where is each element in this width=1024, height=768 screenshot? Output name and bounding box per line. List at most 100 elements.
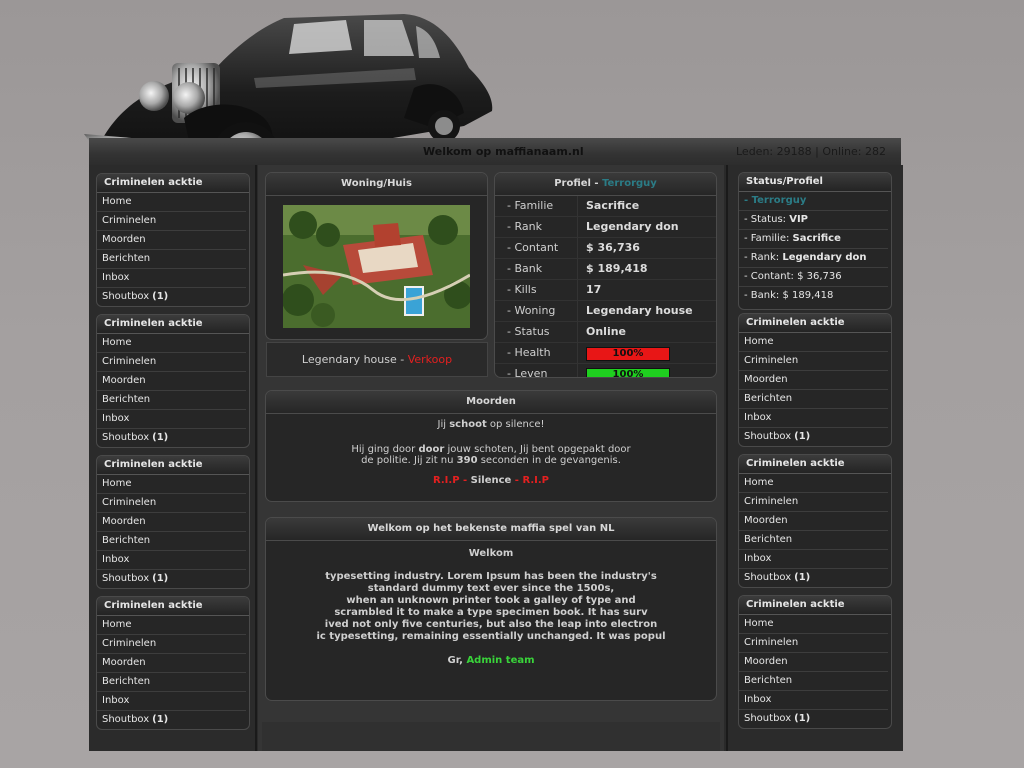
menu-item-inbox[interactable]: Inbox [97, 410, 246, 429]
menu-item-label: Criminelen [744, 496, 799, 507]
menu-item-criminelen[interactable]: Criminelen [739, 493, 888, 512]
menu-item-label: Home [102, 619, 132, 630]
menu-item-label: Moorden [102, 657, 146, 668]
menu-item-inbox[interactable]: Inbox [97, 551, 246, 570]
menu-item-inbox[interactable]: Inbox [97, 692, 246, 711]
profile-row: - Woning Legendary house [495, 301, 716, 322]
menu-item-criminelen[interactable]: Criminelen [739, 634, 888, 653]
menu-item-shoutbox[interactable]: Shoutbox (1) [97, 711, 246, 729]
profile-row-value: Legendary house [586, 304, 693, 317]
profile-title: Profiel - Terrorguy [495, 173, 716, 196]
house-name: Legendary house - [301, 353, 408, 366]
menu-item-berichten[interactable]: Berichten [739, 390, 888, 409]
menu-item-criminelen[interactable]: Criminelen [739, 352, 888, 371]
profile-row-value: 17 [586, 283, 602, 296]
profile-panel: Profiel - Terrorguy - Familie Sacrifice - … [494, 172, 717, 378]
moorden-panel: Moorden Jij schoot op silence! Hij ging … [265, 390, 717, 502]
menu-item-moorden[interactable]: Moorden [97, 654, 246, 673]
welcome-title: Welkom op het bekenste maffia spel van N… [266, 518, 716, 541]
menu-item-home[interactable]: Home [97, 616, 246, 635]
left-menu-title: Criminelen acktie [97, 315, 249, 334]
victim-name[interactable]: Silence [471, 475, 512, 486]
sell-link[interactable]: Verkoop [408, 353, 452, 366]
menu-item-moorden[interactable]: Moorden [739, 653, 888, 672]
menu-item-label: Home [102, 196, 132, 207]
menu-item-berichten[interactable]: Berichten [97, 532, 246, 551]
menu-item-berichten[interactable]: Berichten [739, 531, 888, 550]
profile-row-label: - Bank [495, 259, 578, 279]
menu-item-shoutbox[interactable]: Shoutbox (1) [739, 428, 888, 446]
moorden-title: Moorden [266, 391, 716, 414]
menu-item-label: Moorden [102, 516, 146, 527]
right-menu-box: Criminelen acktie Home Criminelen Moorden Be… [738, 454, 892, 588]
menu-item-label: Inbox [744, 694, 772, 705]
profile-username-link[interactable]: Terrorguy [602, 178, 657, 189]
leven-bar: 100% [586, 368, 670, 377]
left-menu-box: Criminelen acktie Home Criminelen Moorden Be… [96, 596, 250, 730]
right-menu-box: Criminelen acktie Home Criminelen Moorden Be… [738, 595, 892, 729]
menu-item-label: Home [102, 337, 132, 348]
menu-item-moorden[interactable]: Moorden [97, 231, 246, 250]
profile-row: - Bank $ 189,418 [495, 259, 716, 280]
menu-item-criminelen[interactable]: Criminelen [97, 212, 246, 231]
menu-item-berichten[interactable]: Berichten [739, 672, 888, 691]
left-menu-box: Criminelen acktie Home Criminelen Moorden Be… [96, 173, 250, 307]
menu-item-criminelen[interactable]: Criminelen [97, 635, 246, 654]
menu-item-shoutbox[interactable]: Shoutbox (1) [97, 288, 246, 306]
welcome-text-line: ived not only five centuries, but also t… [324, 619, 658, 630]
profile-row-label: - Contant [495, 238, 578, 258]
menu-item-criminelen[interactable]: Criminelen [97, 353, 246, 372]
menu-item-moorden[interactable]: Moorden [97, 513, 246, 532]
menu-item-home[interactable]: Home [739, 615, 888, 634]
menu-item-label: Inbox [102, 695, 130, 706]
welcome-panel: Welkom op het bekenste maffia spel van N… [265, 517, 717, 701]
menu-item-berichten[interactable]: Berichten [97, 250, 246, 269]
welcome-signature-line: Gr, Admin team [447, 655, 535, 666]
moorden-line-1: Jij schoot op silence! [437, 419, 545, 430]
menu-item-moorden[interactable]: Moorden [97, 372, 246, 391]
menu-item-inbox[interactable]: Inbox [97, 269, 246, 288]
menu-item-shoutbox[interactable]: Shoutbox (1) [739, 569, 888, 587]
menu-item-moorden[interactable]: Moorden [739, 371, 888, 390]
menu-item-home[interactable]: Home [97, 334, 246, 353]
menu-item-label: Criminelen [102, 215, 157, 226]
member-stats: Leden: 29188 | Online: 282 [736, 145, 886, 158]
menu-item-home[interactable]: Home [739, 333, 888, 352]
menu-item-moorden[interactable]: Moorden [739, 512, 888, 531]
status-row-status: - Status: VIP [739, 211, 888, 230]
menu-item-label: Home [744, 477, 774, 488]
menu-item-inbox[interactable]: Inbox [739, 550, 888, 569]
menu-item-inbox[interactable]: Inbox [739, 409, 888, 428]
menu-item-berichten[interactable]: Berichten [97, 673, 246, 692]
left-menu-title: Criminelen acktie [97, 597, 249, 616]
status-username[interactable]: - Terrorguy [739, 192, 888, 211]
profile-row: - Kills 17 [495, 280, 716, 301]
welcome-text-line: ic typesetting, remaining essentially un… [316, 631, 666, 642]
menu-item-label: Berichten [102, 394, 151, 405]
left-menu-box: Criminelen acktie Home Criminelen Moorden Be… [96, 314, 250, 448]
shoutbox-count-badge: (1) [794, 572, 811, 583]
profile-row: - Familie Sacrifice [495, 196, 716, 217]
menu-item-label: Shoutbox [744, 572, 792, 583]
menu-item-home[interactable]: Home [97, 193, 246, 212]
menu-item-label: Home [744, 618, 774, 629]
menu-item-criminelen[interactable]: Criminelen [97, 494, 246, 513]
status-row-contant: - Contant: $ 36,736 [739, 268, 888, 287]
menu-item-label: Shoutbox [102, 714, 150, 725]
menu-item-label: Criminelen [102, 638, 157, 649]
menu-item-label: Inbox [102, 554, 130, 565]
admin-team-link[interactable]: Admin team [466, 655, 534, 666]
menu-item-label: Inbox [102, 413, 130, 424]
profile-row-value: Legendary don [586, 220, 679, 233]
menu-item-label: Inbox [744, 412, 772, 423]
menu-item-label: Berichten [744, 534, 793, 545]
profile-row-value: Sacrifice [586, 199, 640, 212]
menu-item-berichten[interactable]: Berichten [97, 391, 246, 410]
welcome-text-line: when an unknown printer took a galley of… [346, 595, 636, 606]
menu-item-shoutbox[interactable]: Shoutbox (1) [97, 570, 246, 588]
menu-item-shoutbox[interactable]: Shoutbox (1) [97, 429, 246, 447]
menu-item-shoutbox[interactable]: Shoutbox (1) [739, 710, 888, 728]
menu-item-home[interactable]: Home [739, 474, 888, 493]
menu-item-home[interactable]: Home [97, 475, 246, 494]
menu-item-inbox[interactable]: Inbox [739, 691, 888, 710]
